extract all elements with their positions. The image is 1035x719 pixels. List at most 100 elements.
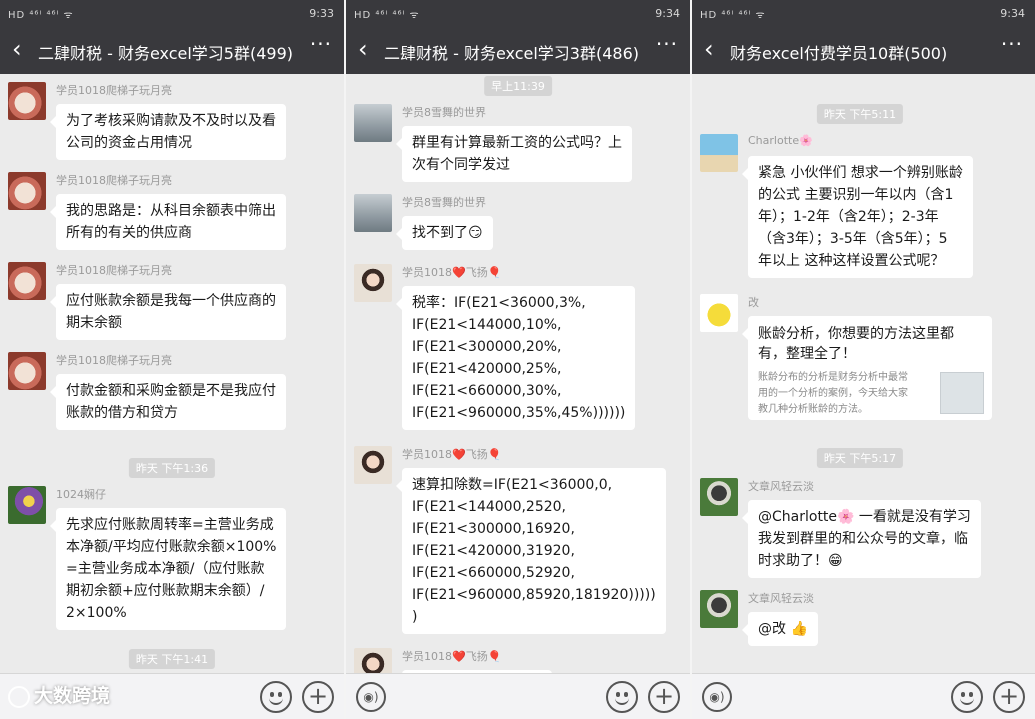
message-bubble[interactable]: 找不到了😏 (396, 216, 493, 250)
more-options-icon[interactable]: ··· (656, 32, 678, 56)
plus-icon[interactable]: + (648, 681, 680, 713)
voice-icon[interactable]: ◉) (356, 682, 386, 712)
more-options-icon[interactable]: ··· (1001, 32, 1023, 56)
plus-icon[interactable]: + (993, 681, 1025, 713)
chat-panel-3: HD ⁴⁶ᴵ ⁴⁶ᴵ ᯤ 9:34 ‹ 财务excel付费学员10群(500) … (692, 0, 1035, 719)
message-line: 应付账款余额是我每一个供应商的 (66, 293, 276, 309)
avatar[interactable] (8, 262, 46, 300)
avatar[interactable] (354, 194, 392, 232)
signal-icons: HD ⁴⁶ᴵ ⁴⁶ᴵ ᯤ (354, 10, 420, 21)
avatar[interactable] (700, 294, 738, 332)
more-options-icon[interactable]: ··· (310, 32, 332, 56)
message-line: IF(E21<660000,30%, (412, 383, 562, 399)
status-bar: HD ⁴⁶ᴵ ⁴⁶ᴵ ᯤ 9:33 (0, 0, 344, 28)
card-title-line: 有，整理全了！ (758, 346, 856, 362)
signal-icons: HD ⁴⁶ᴵ ⁴⁶ᴵ ᯤ (8, 10, 74, 21)
message-line: 公司的资金占用情况 (66, 135, 192, 151)
back-arrow-icon[interactable]: ‹ (358, 35, 368, 63)
timestamp: 昨天 下午5:11 (816, 104, 904, 124)
message-bubble[interactable]: 我的思路是：从科目余额表中筛出 所有的有关的供应商 (50, 194, 286, 250)
message-list: 学员1018爬梯子玩月亮 为了考核采购请款及不及时以及看 公司的资金占用情况 学… (0, 74, 344, 673)
message-bubble[interactable]: @Charlotte🌸 一看就是没有学习 我发到群里的和公众号的文章，临 时求助… (742, 500, 981, 578)
avatar[interactable] (700, 590, 738, 628)
message-line: 年以上 这种这样设置公式呢？ (758, 253, 945, 269)
card-thumbnail (940, 372, 984, 414)
avatar[interactable] (8, 82, 46, 120)
message-list: 昨天 下午5:11 Charlotte🌸 紧急 小伙伴们 想求一个辨别账龄 的公… (692, 74, 1035, 673)
card-desc-line: 教几种分析账龄的方法。 (758, 404, 868, 415)
avatar[interactable] (700, 134, 738, 172)
timestamp: 昨天 下午1:41 (128, 649, 216, 669)
message-bubble[interactable]: 群里有计算最新工资的公式吗？上 次有个同学发过 (396, 126, 632, 182)
card-title: 账龄分析，你想要的方法这里都 有，整理全了！ (758, 324, 982, 364)
sender-name: 改 (748, 296, 759, 309)
timestamp: 昨天 下午5:17 (816, 448, 904, 468)
title-bar: ‹ 财务excel付费学员10群(500) ··· (692, 28, 1035, 74)
avatar[interactable] (8, 352, 46, 390)
message-bubble[interactable]: 付款金额和采购金额是不是我应付 账款的借方和贷方 (50, 374, 286, 430)
card-title-line: 账龄分析，你想要的方法这里都 (758, 326, 954, 342)
message-line: =主营业务成本净额/（应付账款 (66, 561, 265, 577)
sender-name: 文章风轻云淡 (748, 480, 814, 493)
clock: 9:33 (309, 7, 334, 20)
message-line: 紧急 小伙伴们 想求一个辨别账龄 (758, 165, 963, 181)
message-line: IF(E21<960000,35%,45%)))))) (412, 405, 626, 421)
card-desc-line: 账龄分布的分析是财务分析中最常 (758, 372, 908, 383)
sender-name: Charlotte🌸 (748, 134, 813, 147)
message-line: 我发到群里的和公众号的文章，临 (758, 531, 968, 547)
avatar[interactable] (354, 446, 392, 484)
status-bar: HD ⁴⁶ᴵ ⁴⁶ᴵ ᯤ 9:34 (692, 0, 1035, 28)
voice-icon[interactable]: ◉) (702, 682, 732, 712)
emoji-icon[interactable] (951, 681, 983, 713)
clock: 9:34 (1000, 7, 1025, 20)
emoji-icon[interactable] (260, 681, 292, 713)
message-line: 期末余额 (66, 315, 122, 331)
timestamp: 昨天 下午1:36 (128, 458, 216, 478)
message-line: IF(E21<660000,52920, (412, 565, 575, 581)
sender-name: 学员1018❤️飞扬🎈 (402, 266, 502, 279)
avatar[interactable] (354, 104, 392, 142)
message-line: 我的思路是：从科目余额表中筛出 (66, 203, 276, 219)
input-bar: ◉) + (346, 673, 690, 719)
sender-name: 学员8雪舞的世界 (402, 196, 486, 209)
message-bubble[interactable]: @改 👍 (742, 612, 818, 646)
message-bubble[interactable]: 先求应付账款周转率=主营业务成 本净额/平均应付账款余额×100% =主营业务成… (49, 508, 287, 630)
message-bubble[interactable]: 紧急 小伙伴们 想求一个辨别账龄 的公式 主要识别一年以内（含1 年）；1-2年… (742, 156, 973, 278)
message-line: 次有个同学发过 (412, 157, 510, 173)
avatar[interactable] (700, 478, 738, 516)
sender-name: 学员1018❤️飞扬🎈 (402, 650, 502, 663)
message-bubble[interactable]: 为了考核采购请款及不及时以及看 公司的资金占用情况 (50, 104, 286, 160)
message-bubble[interactable]: 应付账款余额是我每一个供应商的 期末余额 (50, 284, 286, 340)
message-line: （含3年）；3-5年（含5年）；5 (758, 231, 948, 247)
title-bar: ‹ 二肆财税 - 财务excel学习5群(499) ··· (0, 28, 344, 74)
sender-name: 学员1018爬梯子玩月亮 (56, 354, 172, 367)
back-arrow-icon[interactable]: ‹ (12, 35, 22, 63)
back-arrow-icon[interactable]: ‹ (704, 35, 714, 63)
avatar[interactable] (8, 172, 46, 210)
chat-panel-2: HD ⁴⁶ᴵ ⁴⁶ᴵ ᯤ 9:34 ‹ 二肆财税 - 财务excel学习3群(4… (346, 0, 690, 719)
avatar[interactable] (354, 264, 392, 302)
message-line: 所有的有关的供应商 (66, 225, 192, 241)
emoji-icon[interactable] (606, 681, 638, 713)
message-line: ) (412, 609, 418, 625)
input-bar: ◉) + (692, 673, 1035, 719)
sender-name: 学员1018爬梯子玩月亮 (56, 174, 172, 187)
chat-title: 二肆财税 - 财务excel学习3群(486) (384, 44, 639, 63)
message-line: 税率：IF(E21<36000,3%, (412, 295, 586, 311)
plus-icon[interactable]: + (302, 681, 334, 713)
message-line: 2×100% (66, 605, 127, 621)
message-bubble[interactable]: 速算扣除数=IF(E21<36000,0, IF(E21<144000,2520… (396, 468, 666, 634)
message-line: IF(E21<144000,10%, (412, 317, 562, 333)
message-line: IF(E21<300000,16920, (412, 521, 575, 537)
card-desc-line: 用的一个分析的案例，今天给大家 (758, 388, 908, 399)
sender-name: 学员1018❤️飞扬🎈 (402, 448, 502, 461)
avatar[interactable] (354, 648, 392, 673)
message-line: 期初余额+应付账款期末余额）/ (66, 583, 265, 599)
message-line: 付款金额和采购金额是不是我应付 (66, 383, 276, 399)
article-link-card[interactable]: 账龄分析，你想要的方法这里都 有，整理全了！ 账龄分布的分析是财务分析中最常 用… (742, 316, 992, 420)
avatar[interactable] (8, 486, 46, 524)
message-line: 群里有计算最新工资的公式吗？上 (412, 135, 622, 151)
watermark: 大数跨境 (8, 681, 110, 708)
message-bubble[interactable]: 税率：IF(E21<36000,3%, IF(E21<144000,10%, I… (395, 286, 636, 430)
sender-name: 学员8雪舞的世界 (402, 106, 486, 119)
